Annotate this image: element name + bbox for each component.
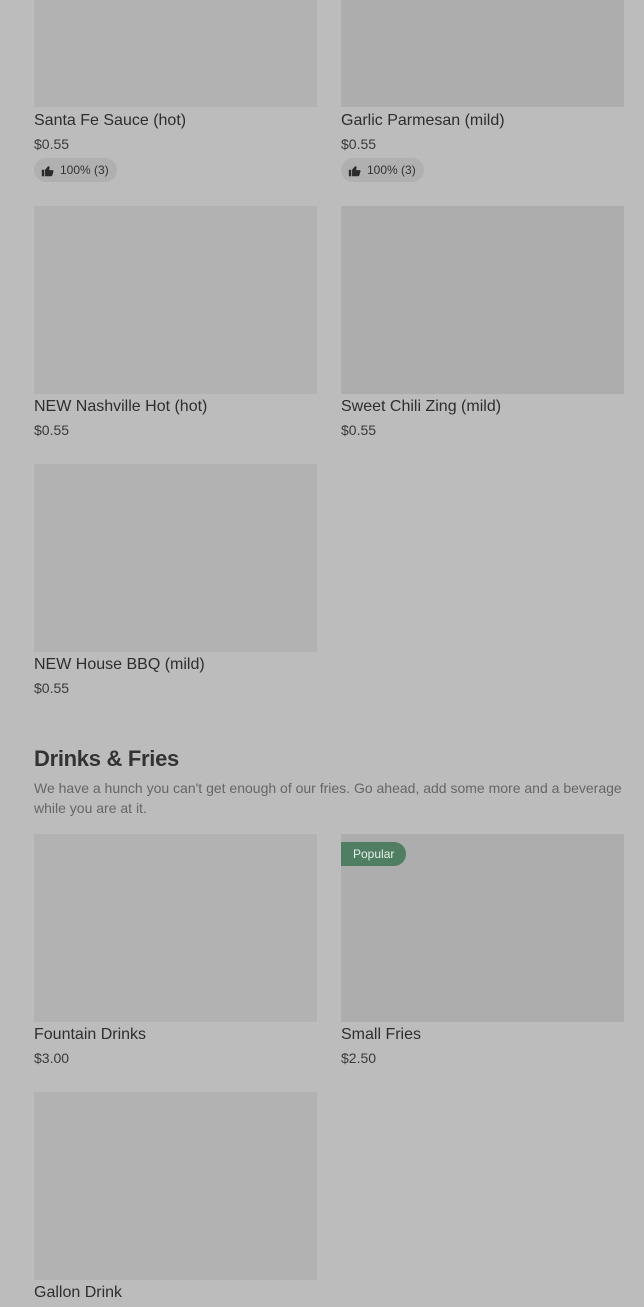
item-image (34, 0, 317, 107)
item-name: Santa Fe Sauce (hot) (34, 112, 187, 129)
item-price: $0.55 (341, 136, 377, 152)
item-price: $0.55 (34, 136, 70, 152)
item-name: Fountain Drinks (34, 1026, 147, 1043)
item-name: Garlic Parmesan (mild) (341, 112, 505, 129)
rating-badge: 100% (3) (34, 158, 117, 182)
item-image (34, 206, 317, 394)
thumbs-up-icon (41, 165, 54, 176)
item-image (341, 0, 624, 107)
item-image (34, 1092, 317, 1280)
item-image (34, 834, 317, 1022)
popular-badge: Popular (341, 842, 407, 866)
thumbs-up-icon (348, 165, 361, 176)
rating-badge: 100% (3) (341, 158, 424, 182)
item-image (341, 206, 624, 394)
item-name: Sweet Chili Zing (mild) (341, 398, 502, 415)
item-name: Small Fries (341, 1026, 422, 1043)
rating-text: 100% (3) (60, 163, 109, 177)
item-price: $0.55 (34, 422, 70, 438)
item-image (34, 464, 317, 652)
rating-text: 100% (3) (367, 163, 416, 177)
item-price: $2.50 (341, 1050, 377, 1066)
section-title: Drinks & Fries (34, 746, 179, 771)
item-name: Gallon Drink (34, 1284, 123, 1301)
item-price: $0.55 (34, 680, 70, 696)
item-name: NEW Nashville Hot (hot) (34, 398, 208, 415)
section-description: We have a hunch you can't get enough of … (34, 780, 622, 816)
item-price: $0.55 (341, 422, 377, 438)
item-price: $3.00 (34, 1050, 70, 1066)
item-name: NEW House BBQ (mild) (34, 656, 205, 673)
